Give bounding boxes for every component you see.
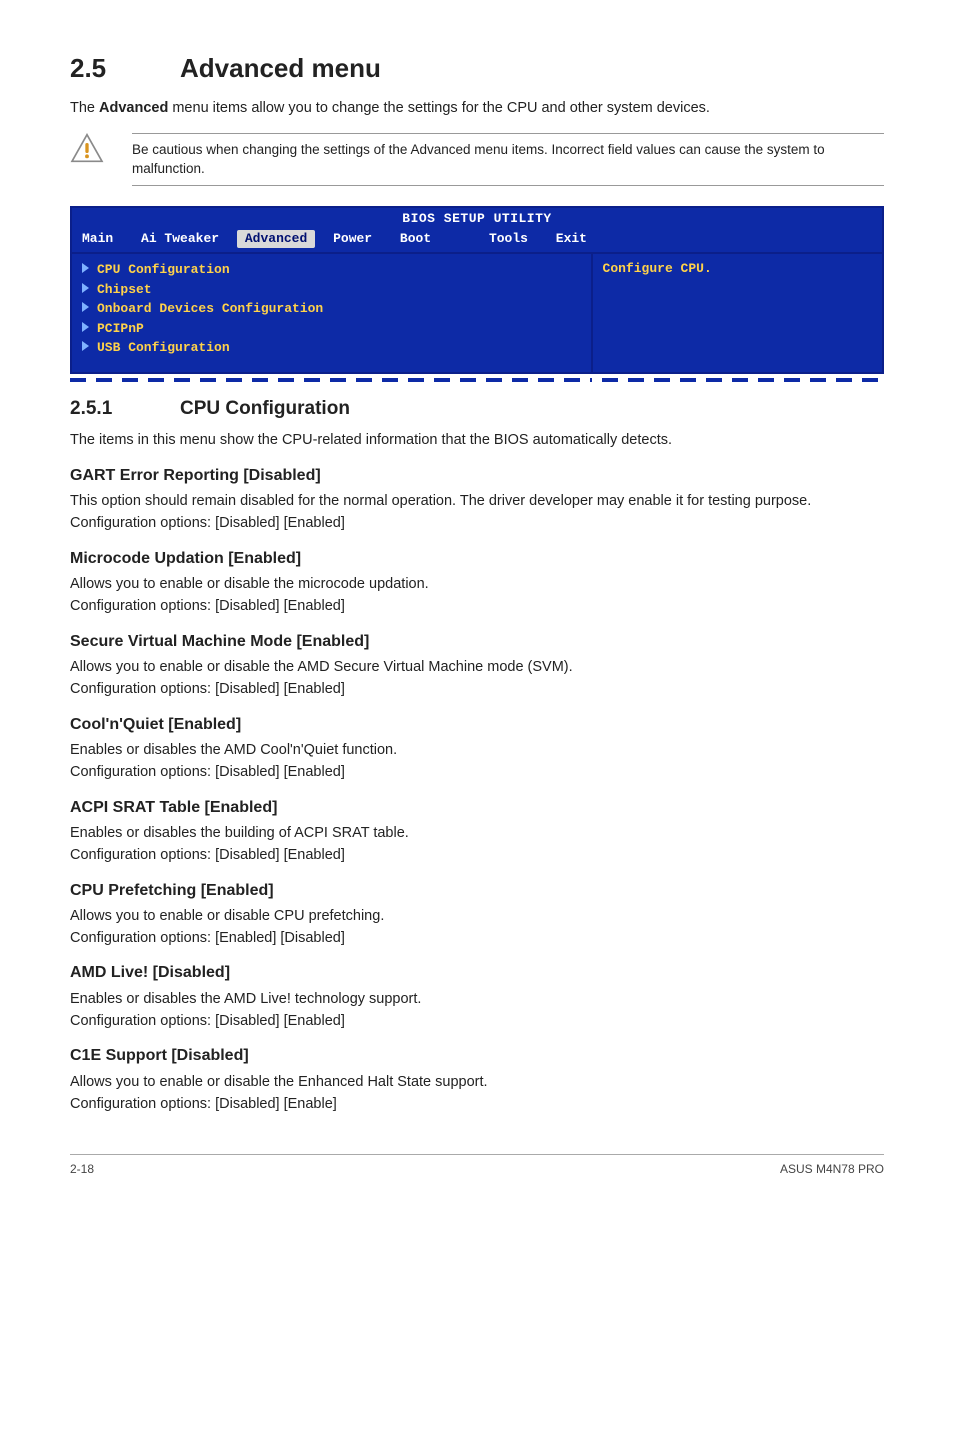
bios-tab-main[interactable]: Main [72, 230, 123, 248]
subsection-heading: 2.5.1CPU Configuration [70, 396, 884, 423]
bios-tab-boot[interactable]: Boot [390, 230, 441, 248]
dash-segment [70, 378, 592, 382]
option-title: AMD Live! [Disabled] [70, 962, 884, 984]
caution-icon [70, 133, 104, 163]
option-title: Cool'n'Quiet [Enabled] [70, 714, 884, 736]
option-amd-live: AMD Live! [Disabled] Enables or disables… [70, 962, 884, 1031]
option-opts: Configuration options: [Disabled] [Enabl… [70, 1094, 884, 1114]
option-coolnquiet: Cool'n'Quiet [Enabled] Enables or disabl… [70, 714, 884, 783]
bios-item[interactable]: CPU Configuration [82, 260, 581, 280]
option-opts: Configuration options: [Disabled] [Enabl… [70, 679, 884, 699]
dash-gap [592, 378, 602, 382]
caution-note: Be cautious when changing the settings o… [70, 133, 884, 186]
bios-tab-advanced[interactable]: Advanced [237, 230, 315, 248]
bios-item[interactable]: USB Configuration [82, 338, 581, 358]
option-title: C1E Support [Disabled] [70, 1045, 884, 1067]
bios-item[interactable]: Onboard Devices Configuration [82, 299, 581, 319]
option-opts: Configuration options: [Disabled] [Enabl… [70, 762, 884, 782]
option-title: GART Error Reporting [Disabled] [70, 465, 884, 487]
option-body: Enables or disables the AMD Cool'n'Quiet… [70, 740, 884, 760]
bios-body: CPU Configuration Chipset Onboard Device… [72, 252, 882, 372]
intro-bold: Advanced [99, 100, 168, 116]
option-gart: GART Error Reporting [Disabled] This opt… [70, 465, 884, 534]
bios-bottom-dashes [70, 378, 884, 382]
subsection-number: 2.5.1 [70, 396, 180, 423]
option-cpu-prefetch: CPU Prefetching [Enabled] Allows you to … [70, 880, 884, 949]
option-body: This option should remain disabled for t… [70, 491, 884, 511]
caution-text: Be cautious when changing the settings o… [132, 133, 884, 186]
intro-paragraph: The Advanced menu items allow you to cha… [70, 98, 884, 118]
option-opts: Configuration options: [Disabled] [Enabl… [70, 845, 884, 865]
bios-tab-row: Main Ai Tweaker Advanced Power Boot Tool… [72, 228, 882, 252]
option-title: Secure Virtual Machine Mode [Enabled] [70, 631, 884, 653]
intro-text-2: menu items allow you to change the setti… [168, 100, 710, 116]
section-number: 2.5 [70, 50, 180, 86]
bios-tab-ai-tweaker[interactable]: Ai Tweaker [131, 230, 229, 248]
bios-tab-tools[interactable]: Tools [479, 230, 538, 248]
bios-title: BIOS SETUP UTILITY [72, 208, 882, 228]
option-body: Allows you to enable or disable CPU pref… [70, 906, 884, 926]
bios-item[interactable]: Chipset [82, 280, 581, 300]
subsection-intro: The items in this menu show the CPU-rela… [70, 430, 884, 450]
option-opts: Configuration options: [Disabled] [Enabl… [70, 596, 884, 616]
intro-text-1: The [70, 100, 99, 116]
option-microcode: Microcode Updation [Enabled] Allows you … [70, 548, 884, 617]
option-title: CPU Prefetching [Enabled] [70, 880, 884, 902]
option-body: Allows you to enable or disable the AMD … [70, 657, 884, 677]
section-title: Advanced menu [180, 53, 381, 83]
option-title: Microcode Updation [Enabled] [70, 548, 884, 570]
option-body: Allows you to enable or disable the micr… [70, 574, 884, 594]
option-body: Enables or disables the building of ACPI… [70, 823, 884, 843]
bios-item[interactable]: PCIPnP [82, 319, 581, 339]
bios-left-panel: CPU Configuration Chipset Onboard Device… [72, 254, 593, 372]
dash-segment [602, 378, 884, 382]
page-heading: 2.5Advanced menu [70, 50, 884, 86]
model-name: ASUS M4N78 PRO [780, 1161, 884, 1178]
option-opts: Configuration options: [Disabled] [Enabl… [70, 1011, 884, 1031]
subsection-title: CPU Configuration [180, 398, 350, 419]
option-c1e: C1E Support [Disabled] Allows you to ena… [70, 1045, 884, 1114]
option-acpi-srat: ACPI SRAT Table [Enabled] Enables or dis… [70, 797, 884, 866]
page-footer: 2-18 ASUS M4N78 PRO [70, 1154, 884, 1178]
bios-tab-exit[interactable]: Exit [546, 230, 597, 248]
option-opts: Configuration options: [Disabled] [Enabl… [70, 513, 884, 533]
option-body: Allows you to enable or disable the Enha… [70, 1072, 884, 1092]
bios-screenshot: BIOS SETUP UTILITY Main Ai Tweaker Advan… [70, 206, 884, 374]
option-body: Enables or disables the AMD Live! techno… [70, 989, 884, 1009]
bios-right-panel: Configure CPU. [593, 254, 882, 372]
option-title: ACPI SRAT Table [Enabled] [70, 797, 884, 819]
page-number: 2-18 [70, 1161, 94, 1178]
bios-tab-power[interactable]: Power [323, 230, 382, 248]
option-opts: Configuration options: [Enabled] [Disabl… [70, 928, 884, 948]
bios-help-text: Configure CPU. [603, 261, 712, 276]
option-svm: Secure Virtual Machine Mode [Enabled] Al… [70, 631, 884, 700]
